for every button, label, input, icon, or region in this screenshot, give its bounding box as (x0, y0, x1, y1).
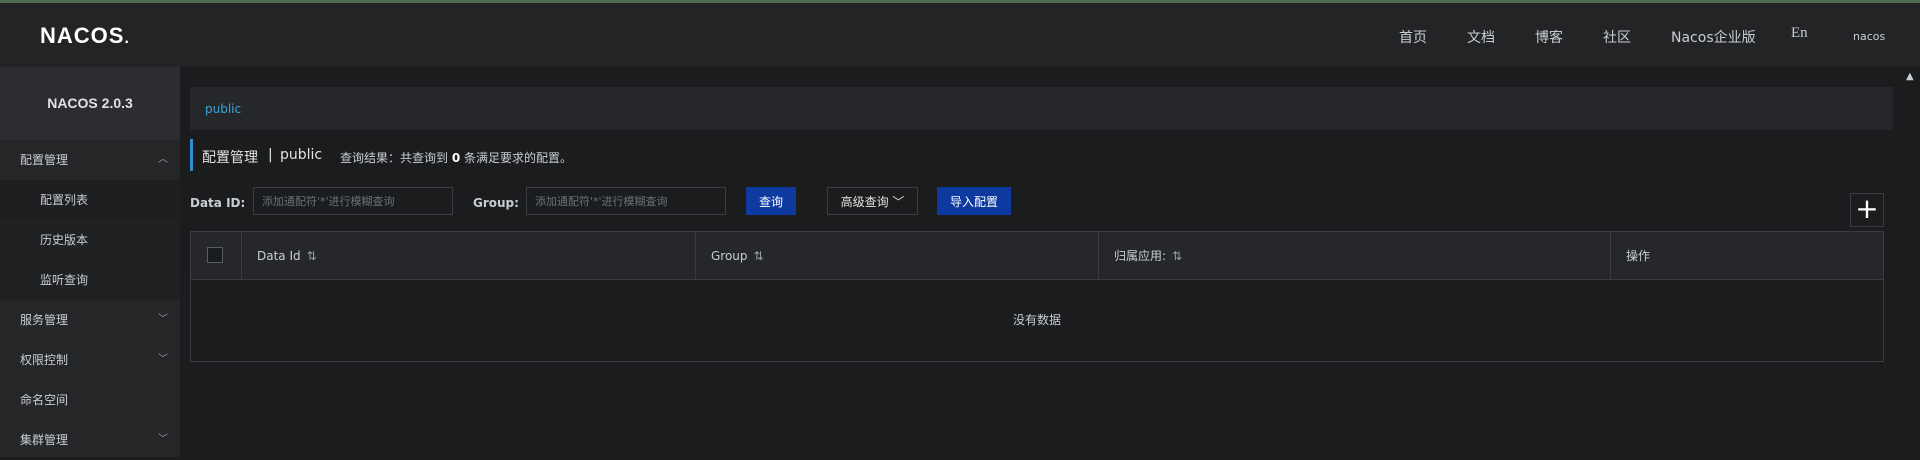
group-label: Group: (473, 196, 519, 210)
column-header-actions: 操作 (1610, 232, 1883, 280)
select-all-column (191, 232, 241, 280)
sidebar-item-listener-query[interactable]: 监听查询 (0, 260, 180, 300)
nav-docs[interactable]: 文档 (1467, 27, 1495, 47)
column-header-data-id: Data Id ⇅ (241, 232, 695, 280)
chevron-down-icon: ﹀ (158, 354, 168, 365)
sidebar-item-label: 配置管理 (20, 153, 69, 167)
sidebar-item-cluster-management[interactable]: 集群管理 ﹀ (0, 420, 180, 460)
user-menu[interactable]: nacos (1853, 30, 1885, 43)
table-header: Data Id ⇅ Group ⇅ 归属应用: ⇅ 操作 (191, 232, 1883, 280)
top-navbar: NACOS. 首页 文档 博客 社区 Nacos企业版 En nacos (0, 3, 1920, 67)
chevron-down-icon: ﹀ (158, 434, 168, 445)
column-header-group: Group ⇅ (695, 232, 1098, 280)
data-id-input[interactable] (253, 187, 453, 215)
sort-icon[interactable]: ⇅ (754, 249, 764, 263)
sidebar-item-service-management[interactable]: 服务管理 ﹀ (0, 300, 180, 340)
import-config-button[interactable]: 导入配置 (937, 187, 1011, 215)
sidebar-item-label: 历史版本 (40, 233, 89, 247)
data-id-label: Data ID: (190, 196, 246, 210)
sidebar-item-namespace[interactable]: 命名空间 (0, 380, 180, 420)
nacos-logo[interactable]: NACOS. (40, 23, 130, 49)
chevron-up-icon: ︿ (158, 154, 168, 165)
sort-icon[interactable]: ⇅ (307, 249, 317, 263)
sidebar-item-config-management[interactable]: 配置管理 ︿ (0, 140, 180, 180)
nav-blog[interactable]: 博客 (1535, 27, 1563, 47)
chevron-down-icon: ﹀ (892, 194, 905, 209)
main-content: public 配置管理 | public 查询结果：共查询到 0 条满足要求的配… (180, 67, 1902, 457)
sidebar: NACOS 2.0.3 配置管理 ︿ 配置列表 历史版本 监听查询 服务管理 ﹀… (0, 67, 180, 457)
select-all-checkbox[interactable] (207, 247, 223, 263)
namespace-bar: public (190, 87, 1893, 130)
namespace-link-public[interactable]: public (205, 102, 241, 116)
search-button[interactable]: 查询 (746, 187, 796, 215)
query-result-count: 0 (451, 151, 461, 165)
scroll-up-icon[interactable]: ▲ (1906, 71, 1914, 82)
sort-icon[interactable]: ⇅ (1172, 249, 1182, 263)
page-scrollbar[interactable]: ▲ (1902, 67, 1920, 457)
sidebar-version-title: NACOS 2.0.3 (0, 67, 180, 140)
sidebar-item-permission-control[interactable]: 权限控制 ﹀ (0, 340, 180, 380)
title-namespace: public (280, 147, 323, 163)
table-empty-message: 没有数据 (1012, 313, 1061, 327)
sidebar-item-label: 配置列表 (40, 193, 89, 207)
sidebar-item-label: 命名空间 (20, 393, 69, 407)
sidebar-item-label: 权限控制 (20, 353, 69, 367)
advanced-search-button[interactable]: 高级查询 ﹀ (827, 187, 918, 215)
nav-enterprise[interactable]: Nacos企业版 (1671, 27, 1756, 47)
column-header-app: 归属应用: ⇅ (1098, 232, 1610, 280)
nav-home[interactable]: 首页 (1399, 27, 1427, 47)
chevron-down-icon: ﹀ (158, 314, 168, 325)
language-switch[interactable]: En (1791, 25, 1808, 42)
sidebar-item-label: 监听查询 (40, 273, 89, 287)
config-table: Data Id ⇅ Group ⇅ 归属应用: ⇅ 操作 没有数据 (190, 231, 1884, 362)
query-result-text: 查询结果：共查询到 0 条满足要求的配置。 (340, 151, 573, 165)
nav-community[interactable]: 社区 (1603, 27, 1631, 47)
group-input[interactable] (526, 187, 726, 215)
add-config-button[interactable]: + (1850, 193, 1884, 227)
title-accent-bar (190, 139, 193, 171)
title-separator: | (268, 147, 273, 163)
advanced-search-label: 高级查询 (840, 194, 889, 209)
sidebar-item-config-list[interactable]: 配置列表 (0, 180, 180, 220)
page-title: 配置管理 (202, 150, 258, 166)
sidebar-item-history[interactable]: 历史版本 (0, 220, 180, 260)
sidebar-item-label: 集群管理 (20, 433, 69, 447)
sidebar-item-label: 服务管理 (20, 313, 69, 327)
